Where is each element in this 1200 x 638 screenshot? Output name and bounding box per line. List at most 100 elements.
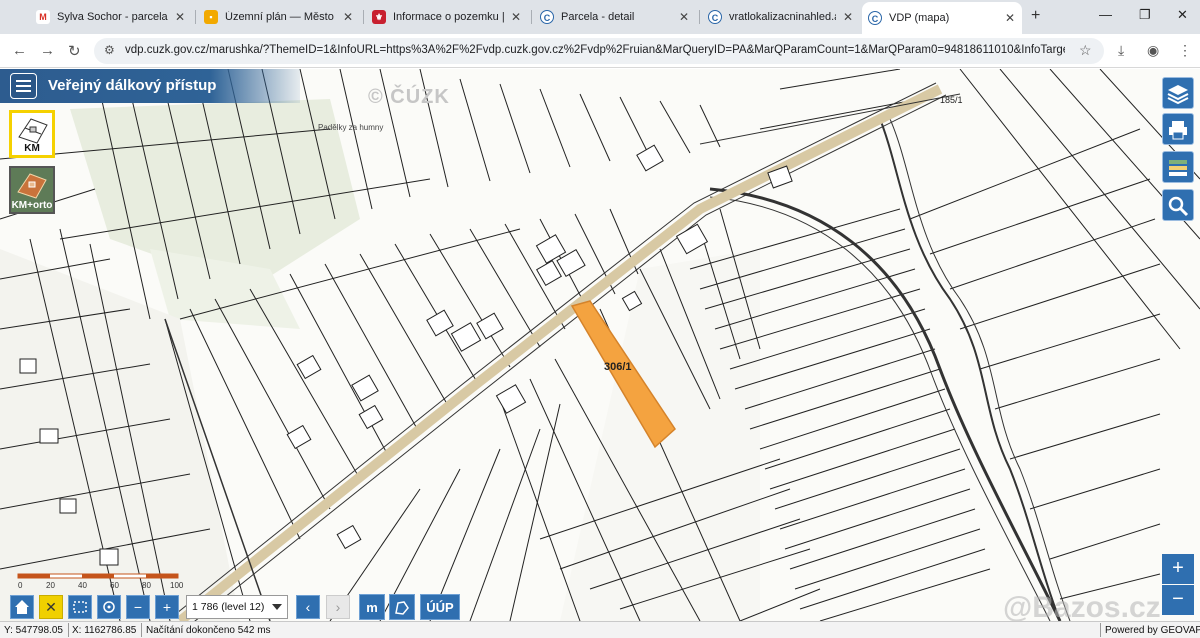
place-name-label: Padělky za humny	[318, 123, 384, 132]
tab-title: VDP (mapa)	[889, 12, 950, 24]
uup-label: ÚÚP	[426, 600, 454, 615]
coord-y: Y: 547798.05	[4, 625, 63, 636]
tab-informace-o-pozemku[interactable]: ⚜ Informace o pozemku | N ✕	[366, 5, 528, 29]
browser-tab-strip: M Sylva Sochor - parcela obc ✕ ▪ Územní …	[0, 0, 1200, 34]
url-field[interactable]: ⚙ vdp.cuzk.gov.cz/marushka/?ThemeID=1&In…	[94, 38, 1104, 64]
tab-uzemni-plan[interactable]: ▪ Územní plán — Město Kr ✕	[198, 5, 360, 29]
parcel-number-label: 185/1	[940, 95, 963, 105]
powered-by: Powered by GEOVAP	[1105, 625, 1200, 636]
gmail-icon: M	[36, 10, 50, 24]
measure-label: m	[366, 600, 378, 615]
zoom-in-button[interactable]: +	[1162, 554, 1194, 584]
layer-label: KM+orto	[11, 200, 53, 211]
polygon-icon	[395, 601, 409, 615]
coord-x: X: 1162786.85	[72, 625, 137, 636]
tab-vratlokalizacninahled[interactable]: C vratlokalizacninahled.ashx ✕	[702, 5, 860, 29]
select-rectangle-button[interactable]	[68, 595, 92, 619]
tab-vdp-mapa[interactable]: C VDP (mapa) ✕	[862, 2, 1022, 34]
new-tab-icon[interactable]: +	[1031, 7, 1040, 25]
chevron-left-icon: ‹	[305, 599, 311, 615]
layer-label: KM	[24, 143, 40, 154]
previous-view-button[interactable]: ‹	[296, 595, 320, 619]
close-icon[interactable]: ✕	[1004, 11, 1016, 25]
zoom-out-button[interactable]: −	[1162, 585, 1194, 615]
map-viewport[interactable]: 306/1 Padělky za humny 185/1 0 20 40 60 …	[0, 69, 1200, 621]
tab-title: Parcela - detail	[561, 11, 635, 23]
parcel-label: 306/1	[604, 361, 632, 373]
hamburger-menu-button[interactable]	[10, 73, 37, 99]
back-icon[interactable]: ←	[12, 42, 27, 59]
print-button[interactable]	[1162, 113, 1194, 145]
scale-bar-segment	[18, 574, 50, 578]
close-icon[interactable]: ✕	[174, 10, 186, 24]
profile-icon[interactable]: ◉	[1147, 42, 1159, 59]
select-rectangle-icon	[73, 601, 87, 613]
bazos-watermark: @Bazos.cz	[1003, 591, 1161, 621]
measure-button[interactable]: m	[359, 594, 385, 620]
map-polygon-button[interactable]	[389, 594, 415, 620]
tab-parcela-detail[interactable]: C Parcela - detail ✕	[534, 5, 696, 29]
layer-km-orto-button[interactable]: KM+orto	[9, 166, 55, 214]
scale-select[interactable]: 1 786 (level 12)	[186, 595, 288, 619]
tab-title: Sylva Sochor - parcela obc	[57, 11, 168, 23]
tab-title: Územní plán — Město Kr	[225, 11, 336, 23]
search-button[interactable]	[1162, 189, 1194, 221]
legend-button[interactable]	[1162, 151, 1194, 183]
road-edge	[699, 93, 961, 145]
crest-icon: ⚜	[372, 10, 386, 24]
download-icon[interactable]: ⤓	[1118, 42, 1124, 59]
cuzk-icon: C	[868, 11, 882, 25]
scale-label: 100	[170, 581, 184, 590]
layers-icon	[1167, 85, 1189, 105]
layers-button[interactable]	[1162, 77, 1194, 109]
close-icon[interactable]: ✕	[510, 10, 522, 24]
scale-bar-labels: 0 20 40 60 80 100	[18, 581, 183, 591]
chevron-down-icon	[272, 604, 282, 610]
layer-km-button[interactable]: KM	[9, 110, 55, 158]
site-settings-icon[interactable]: ⚙	[104, 43, 115, 57]
locate-button[interactable]	[97, 595, 121, 619]
home-button[interactable]	[10, 595, 34, 619]
bookmark-star-icon[interactable]: ☆	[1079, 42, 1092, 59]
scale-label: 40	[78, 581, 87, 590]
scale-label: 20	[46, 581, 55, 590]
window-close-icon[interactable]: ✕	[1177, 7, 1188, 23]
forward-icon[interactable]: →	[40, 42, 55, 59]
menu-kebab-icon[interactable]: ⋮	[1178, 42, 1192, 59]
scale-bar-segment	[82, 574, 114, 578]
scale-label: 80	[142, 581, 151, 590]
chevron-right-icon: ›	[335, 599, 341, 615]
scale-value: 1 786 (level 12)	[192, 601, 265, 613]
address-bar: ← → ↻ ⚙ vdp.cuzk.gov.cz/marushka/?ThemeI…	[0, 34, 1200, 68]
status-bar: Y: 547798.05 X: 1162786.85 Načítání doko…	[0, 621, 1200, 638]
clear-selection-button[interactable]: ✕	[39, 595, 63, 619]
zoom-out-toolbar-button[interactable]: −	[126, 595, 150, 619]
next-view-button[interactable]: ›	[326, 595, 350, 619]
search-icon	[1168, 196, 1189, 217]
bookmark-icon: ▪	[204, 10, 218, 24]
scale-label: 0	[18, 581, 23, 590]
cuzk-icon: C	[540, 10, 554, 24]
cadastral-map[interactable]	[0, 69, 1200, 621]
print-icon	[1169, 121, 1187, 140]
crosshair-icon	[103, 601, 115, 613]
scale-bar-segment	[146, 574, 178, 578]
url-text[interactable]: vdp.cuzk.gov.cz/marushka/?ThemeID=1&Info…	[125, 44, 1065, 56]
close-icon[interactable]: ✕	[342, 10, 354, 24]
maximize-icon[interactable]: ❐	[1139, 7, 1151, 23]
reload-icon[interactable]: ↻	[68, 42, 81, 60]
minimize-icon[interactable]: —	[1099, 7, 1112, 22]
status-message: Načítání dokončeno 542 ms	[146, 625, 271, 636]
cuzk-icon: C	[708, 10, 722, 24]
tab-title: Informace o pozemku | N	[393, 11, 504, 23]
stream	[879, 118, 1061, 621]
close-icon: ✕	[45, 599, 57, 615]
zoom-in-toolbar-button[interactable]: +	[155, 595, 179, 619]
scale-label: 60	[110, 581, 119, 590]
tab-title: vratlokalizacninahled.ashx	[729, 11, 836, 23]
close-icon[interactable]: ✕	[678, 10, 690, 24]
uup-button[interactable]: ÚÚP	[420, 594, 460, 620]
close-icon[interactable]: ✕	[842, 10, 854, 24]
legend-icon	[1169, 160, 1187, 176]
tab-gmail[interactable]: M Sylva Sochor - parcela obc ✕	[30, 5, 192, 29]
